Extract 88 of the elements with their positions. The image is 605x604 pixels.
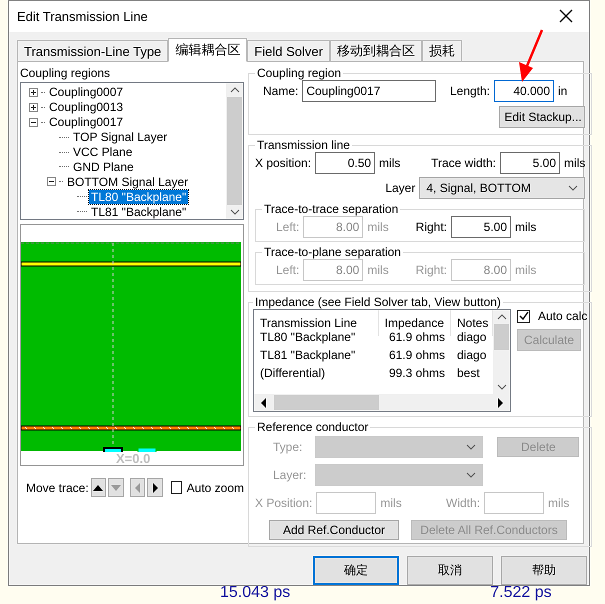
trace-width-label: Trace width: [431, 156, 496, 170]
tree-item[interactable]: Coupling0007 [47, 85, 126, 100]
auto-zoom-label: Auto zoom [186, 480, 244, 494]
width-label: Width: [446, 496, 480, 510]
group-title: Coupling region [256, 66, 342, 80]
table-cell-text: TL81 "Backplane" [259, 347, 356, 364]
trace-width-field[interactable]: 5.00 [500, 152, 560, 174]
type-label: Type: [273, 440, 304, 454]
tab[interactable]: Field Solver [247, 40, 330, 62]
edit-stackup-button[interactable]: Edit Stackup... [499, 106, 586, 128]
close-icon [559, 9, 573, 24]
group-title: Reference conductor [256, 420, 370, 434]
tree-item[interactable]: VCC Plane [71, 145, 134, 159]
scrollbar[interactable] [493, 310, 510, 394]
expand-icon[interactable] [29, 102, 38, 112]
collapse-icon[interactable] [47, 177, 56, 186]
x-position-label: X=0.0 [116, 451, 150, 466]
add-ref-conductor-button[interactable]: Add Ref.Conductor [269, 520, 399, 540]
scroll-up-icon [230, 87, 240, 93]
auto-calc-label: Auto calc [538, 309, 588, 323]
move-trace-label: Move trace: [26, 480, 89, 494]
layer-label: Layer: [273, 468, 308, 482]
right-label: Right: [416, 263, 448, 277]
tree-item[interactable]: Coupling0013 [47, 100, 126, 114]
unit-label: mils [548, 496, 570, 510]
table-cell-text: (Differential) [259, 365, 326, 382]
left-label: Left: [276, 263, 300, 277]
width-field[interactable] [484, 492, 544, 514]
layer-dropdown[interactable]: 4, Signal, BOTTOM [419, 177, 586, 199]
move-up-button[interactable] [90, 478, 106, 497]
background-text: 7.522 ps [490, 586, 552, 603]
table-cell-text: 61.9 ohms [388, 347, 446, 364]
collapse-icon[interactable] [29, 118, 38, 127]
x-position-label: X position: [255, 156, 312, 170]
unit-label: mils [367, 220, 389, 234]
group-title: Trace-to-plane separation [263, 245, 402, 259]
right-field[interactable]: 5.00 [451, 216, 512, 238]
length-label: Length: [450, 84, 490, 98]
tree-item[interactable]: TL80 "Backplane" [89, 190, 188, 204]
tree-item[interactable]: TOP Signal Layer [71, 130, 170, 144]
window-title: Edit Transmission Line [17, 8, 148, 24]
x-position-field[interactable]: 0.50 [315, 152, 376, 174]
unit-label: mils [380, 496, 402, 510]
table-cell-text: 99.3 ohms [388, 365, 446, 382]
tab[interactable]: 移动到耦合区 [330, 40, 422, 62]
tab[interactable]: 编辑耦合区 [168, 38, 248, 62]
checkbox[interactable] [517, 310, 530, 322]
scroll-up-icon [496, 314, 506, 320]
tree-item[interactable]: GND Plane [71, 160, 136, 174]
unit-label: mils [379, 156, 400, 170]
background-text: 15.043 ps [220, 586, 290, 603]
unit-label: mils [564, 156, 586, 170]
x-position-label: X Position: [255, 496, 312, 510]
tab[interactable]: 损耗 [422, 40, 462, 62]
group-title: Transmission line [256, 138, 351, 152]
name-field[interactable]: Coupling0017 [302, 80, 436, 102]
left-label: Left: [276, 220, 300, 234]
layer-label: Layer [385, 181, 416, 195]
name-label: Name: [263, 84, 298, 98]
scrollbar[interactable] [226, 83, 243, 219]
chevron-down-icon [568, 185, 578, 191]
table-cell-text: diago [456, 347, 488, 364]
dialog-button[interactable]: 帮助 [501, 556, 587, 585]
unit-label: mils [367, 263, 389, 277]
coupling-regions-label: Coupling regions [20, 66, 112, 80]
group-title: Impedance (see Field Solver tab, View button) [254, 295, 502, 309]
unit-label: mils [515, 220, 536, 234]
right-label: Right: [416, 220, 448, 234]
length-field[interactable]: 40.000 [494, 80, 554, 102]
tree-item[interactable]: BOTTOM Signal Layer [65, 174, 190, 189]
dialog-button[interactable]: 取消 [407, 556, 493, 585]
unit-label: in [558, 84, 568, 98]
expand-icon[interactable] [29, 88, 38, 97]
dialog-button[interactable]: 确定 [313, 556, 399, 585]
unit-label: mils [515, 263, 536, 277]
move-right-button[interactable] [147, 478, 163, 497]
tree-item[interactable]: Coupling0017 [47, 115, 126, 130]
checkbox[interactable] [170, 481, 182, 494]
horizontal-scrollbar[interactable] [254, 394, 510, 411]
table-cell-text: best [456, 365, 481, 382]
chevron-down-icon [466, 444, 476, 450]
chevron-down-icon [466, 472, 476, 478]
tree-item[interactable]: TL81 "Backplane" [89, 204, 188, 219]
scroll-down-icon [230, 209, 240, 215]
scroll-down-icon [496, 384, 506, 390]
tab[interactable]: Transmission-Line Type [17, 40, 168, 62]
group-title: Trace-to-trace separation [263, 202, 400, 216]
x-position-field[interactable] [316, 492, 376, 514]
